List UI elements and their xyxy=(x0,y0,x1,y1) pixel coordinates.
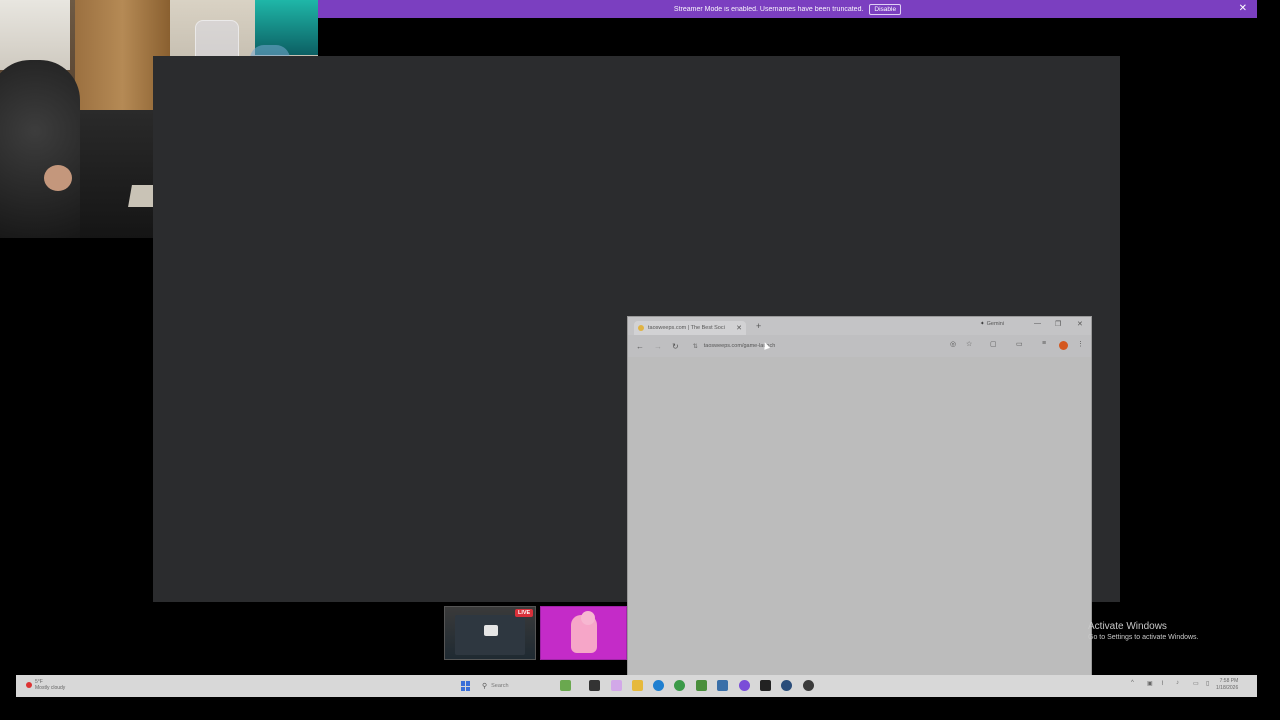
webcam-person xyxy=(0,60,80,238)
live-badge: LIVE xyxy=(515,609,534,617)
widgets-app-icon[interactable] xyxy=(560,680,571,691)
activate-windows-watermark: Activate Windows Go to Settings to activ… xyxy=(1088,621,1199,641)
activate-subtitle: Go to Settings to activate Windows. xyxy=(1088,634,1199,641)
gemini-label: Gemini xyxy=(986,321,1005,327)
weather-icon xyxy=(26,682,32,688)
media-icon[interactable]: ≡ xyxy=(1042,340,1046,347)
minimize-icon[interactable]: — xyxy=(1034,320,1041,327)
minecraft-app-icon[interactable] xyxy=(696,680,707,691)
tab-title: taosweeps.com | The Best Soci xyxy=(648,325,725,331)
browser-titlebar: taosweeps.com | The Best Soci ✕ + ✦ Gemin… xyxy=(628,317,1091,335)
tab-close-icon[interactable]: ✕ xyxy=(736,324,742,332)
gemini-button[interactable]: ✦ Gemini xyxy=(980,321,1004,327)
new-tab-icon[interactable]: + xyxy=(756,321,761,331)
activate-title: Activate Windows xyxy=(1088,621,1167,632)
menu-icon[interactable]: ⋮ xyxy=(1077,340,1084,348)
weather-desc: Mostly cloudy xyxy=(35,685,66,691)
reload-icon[interactable]: ↻ xyxy=(672,342,679,351)
streamer-mode-banner: Streamer Mode is enabled. Usernames have… xyxy=(318,0,1257,18)
browser-toolbar: ← → ↻ ⇅ taosweeps.com/game-launch ◎ ☆ ▢ … xyxy=(628,335,1091,357)
llama-avatar-head xyxy=(581,611,595,625)
banner-text: Streamer Mode is enabled. Usernames have… xyxy=(673,5,864,13)
terminal-app-icon[interactable] xyxy=(589,680,600,691)
store-app-icon[interactable] xyxy=(717,680,728,691)
taskbar-clock[interactable]: 7:58 PM 1/18/2026 xyxy=(1216,678,1238,692)
color-app-icon[interactable] xyxy=(611,680,622,691)
back-icon[interactable]: ← xyxy=(636,342,644,351)
profile-avatar[interactable] xyxy=(1059,341,1068,350)
chrome-browser-icon[interactable] xyxy=(674,680,685,691)
forward-icon[interactable]: → xyxy=(654,342,662,351)
windows-start-icon[interactable] xyxy=(461,681,471,691)
location-icon[interactable]: ◎ xyxy=(950,340,956,348)
obs-app-icon[interactable] xyxy=(760,680,771,691)
browser-tab[interactable]: taosweeps.com | The Best Soci ✕ xyxy=(634,321,746,335)
screen-share-icon xyxy=(484,625,498,636)
search-icon: ⚲ xyxy=(482,683,488,690)
screen: Streamer Mode is enabled. Usernames have… xyxy=(0,0,1280,720)
tray-battery-icon[interactable]: ▯ xyxy=(1206,680,1209,687)
discord-app-icon[interactable] xyxy=(739,680,750,691)
side-panel-icon[interactable]: ▭ xyxy=(1016,340,1023,348)
webcam-hand xyxy=(44,165,72,191)
gemini-icon: ✦ xyxy=(980,321,985,327)
site-info-icon[interactable]: ⇅ xyxy=(693,343,698,350)
tray-volume-icon[interactable]: ♪ xyxy=(1176,680,1179,686)
star-icon[interactable]: ☆ xyxy=(966,340,972,348)
edge-browser-icon[interactable] xyxy=(653,680,664,691)
clock-date: 1/18/2026 xyxy=(1216,685,1239,691)
tray-app-icon[interactable]: ▣ xyxy=(1147,680,1153,687)
browser-window: taosweeps.com | The Best Soci ✕ + ✦ Gemin… xyxy=(627,316,1092,676)
steam-app-icon[interactable] xyxy=(781,680,792,691)
favicon-icon xyxy=(638,325,644,331)
clock-time: 7:58 PM xyxy=(1219,678,1239,684)
weather-widget[interactable]: 5°F Mostly cloudy xyxy=(26,679,65,691)
file-explorer-icon[interactable] xyxy=(632,680,643,691)
window-close-icon[interactable]: ✕ xyxy=(1077,320,1083,328)
tray-display-icon[interactable]: ▭ xyxy=(1193,680,1199,687)
stream-thumbnail-avatar[interactable] xyxy=(540,606,627,660)
taskbar-search[interactable]: ⚲ Search xyxy=(482,679,552,693)
tray-network-icon[interactable]: ⌇ xyxy=(1161,680,1164,687)
taskbar: 5°F Mostly cloudy ⚲ Search ^ ▣ ⌇ ♪ ▭ ▯ 7… xyxy=(16,675,1257,697)
app-icon[interactable] xyxy=(803,680,814,691)
search-placeholder: Search xyxy=(491,683,509,689)
disable-button[interactable]: Disable xyxy=(869,3,902,15)
stream-thumbnail-live[interactable]: LIVE xyxy=(444,606,536,660)
tray-chevron-icon[interactable]: ^ xyxy=(1131,680,1134,686)
extensions-icon[interactable]: ▢ xyxy=(990,340,997,348)
maximize-icon[interactable]: ❐ xyxy=(1055,320,1061,328)
close-icon[interactable]: ✕ xyxy=(1239,3,1247,15)
